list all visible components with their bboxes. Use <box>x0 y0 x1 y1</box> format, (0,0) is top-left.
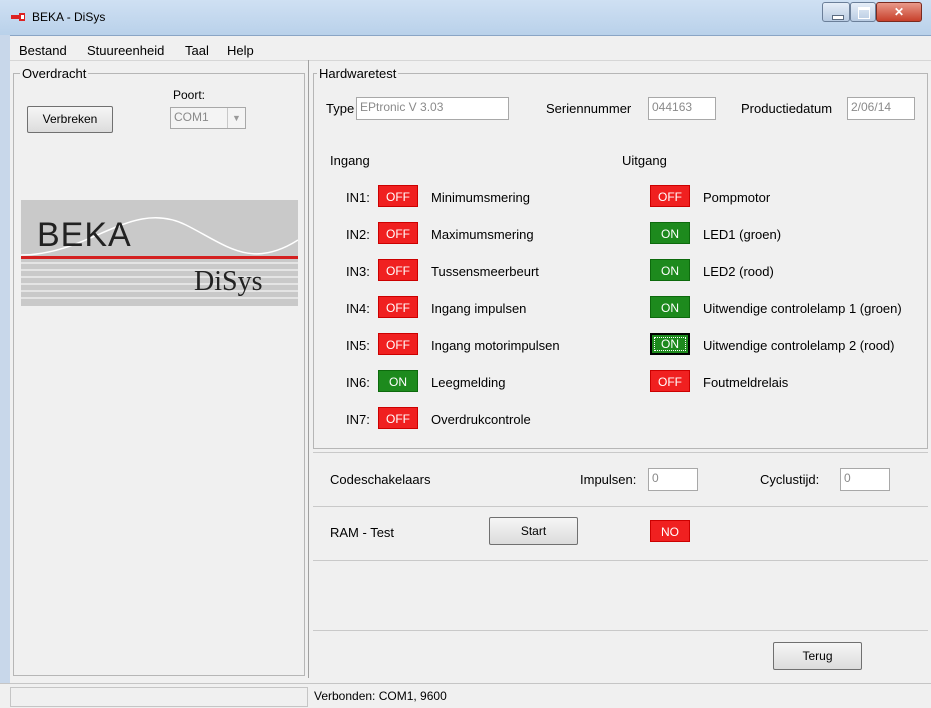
minimize-button[interactable] <box>822 2 850 22</box>
type-field[interactable]: EPtronic V 3.03 <box>356 97 509 120</box>
cycle-field[interactable]: 0 <box>840 468 890 491</box>
status-panel-left <box>10 687 308 707</box>
output-label: Uitwendige controlelamp 1 (groen) <box>703 301 902 316</box>
serial-field[interactable]: 044163 <box>648 97 716 120</box>
window-title: BEKA - DiSys <box>32 10 106 24</box>
input-state-indicator: OFF <box>378 185 418 207</box>
output-label: Uitwendige controlelamp 2 (rood) <box>703 338 895 353</box>
output-toggle-button[interactable]: OFF <box>650 185 690 207</box>
input-id: IN2: <box>346 227 370 242</box>
close-button[interactable]: ✕ <box>876 2 922 22</box>
input-state-indicator: OFF <box>378 259 418 281</box>
minimize-icon <box>832 15 844 20</box>
ram-start-button[interactable]: Start <box>489 517 578 545</box>
input-label: Maximumsmering <box>431 227 534 242</box>
code-switches-label: Codeschakelaars <box>330 472 431 487</box>
date-field[interactable]: 2/06/14 <box>847 97 915 120</box>
pulses-field[interactable]: 0 <box>648 468 698 491</box>
input-id: IN5: <box>346 338 370 353</box>
transfer-group <box>13 73 305 676</box>
output-toggle-button[interactable]: OFF <box>650 370 690 392</box>
menu-bar: Bestand Stuureenheid Taal Help <box>10 41 931 61</box>
input-label: Overdrukcontrole <box>431 412 531 427</box>
hardware-legend: Hardwaretest <box>317 66 399 81</box>
output-toggle-button[interactable]: ON <box>650 222 690 244</box>
input-id: IN7: <box>346 412 370 427</box>
ram-test-label: RAM - Test <box>330 525 395 540</box>
input-state-indicator: OFF <box>378 333 418 355</box>
status-bar: Verbonden: COM1, 9600 <box>0 683 931 708</box>
port-label: Poort: <box>173 88 206 102</box>
output-toggle-button[interactable]: ON <box>650 259 690 281</box>
beka-logo: BEKA DiSys <box>21 200 298 306</box>
input-id: IN1: <box>346 190 370 205</box>
logo-brand: BEKA <box>37 216 132 254</box>
close-icon: ✕ <box>893 5 905 19</box>
output-label: LED1 (groen) <box>703 227 782 242</box>
menu-help[interactable]: Help <box>227 43 254 58</box>
transfer-legend: Overdracht <box>20 66 89 81</box>
cycle-label: Cyclustijd: <box>760 472 820 487</box>
divider <box>313 452 928 453</box>
serial-label: Seriennummer <box>546 101 632 116</box>
input-state-indicator: OFF <box>378 296 418 318</box>
output-toggle-button[interactable]: ON <box>650 296 690 318</box>
port-value: COM1 <box>174 110 209 124</box>
output-toggle-button[interactable]: ON <box>650 333 690 355</box>
maximize-button[interactable] <box>850 2 876 22</box>
ram-result-indicator: NO <box>650 520 690 542</box>
menu-taal[interactable]: Taal <box>185 43 209 58</box>
input-id: IN6: <box>346 375 370 390</box>
back-button[interactable]: Terug <box>773 642 862 670</box>
input-label: Minimumsmering <box>431 190 530 205</box>
outputs-heading: Uitgang <box>622 153 667 168</box>
logo-product: DiSys <box>194 266 263 297</box>
input-label: Tussensmeerbeurt <box>431 264 539 279</box>
menu-bestand[interactable]: Bestand <box>19 43 67 58</box>
input-id: IN4: <box>346 301 370 316</box>
chevron-down-icon: ▼ <box>227 108 245 128</box>
maximize-icon <box>858 7 870 19</box>
input-label: Ingang impulsen <box>431 301 527 316</box>
input-state-indicator: OFF <box>378 407 418 429</box>
input-state-indicator: OFF <box>378 222 418 244</box>
title-bar: BEKA - DiSys ✕ <box>0 0 931 36</box>
input-state-indicator: ON <box>378 370 418 392</box>
divider <box>313 506 928 507</box>
divider <box>313 560 928 561</box>
disconnect-button[interactable]: Verbreken <box>27 106 113 133</box>
date-label: Productiedatum <box>741 101 833 116</box>
output-label: LED2 (rood) <box>703 264 774 279</box>
output-label: Foutmeldrelais <box>703 375 789 390</box>
input-label: Leegmelding <box>431 375 506 390</box>
app-icon <box>11 13 25 21</box>
input-label: Ingang motorimpulsen <box>431 338 560 353</box>
pulses-label: Impulsen: <box>580 472 637 487</box>
menu-stuureenheid[interactable]: Stuureenheid <box>87 43 164 58</box>
type-label: Type <box>326 101 355 116</box>
divider <box>313 630 928 631</box>
status-text: Verbonden: COM1, 9600 <box>314 689 447 703</box>
inputs-heading: Ingang <box>330 153 370 168</box>
window-border-left <box>0 35 10 707</box>
output-label: Pompmotor <box>703 190 771 205</box>
input-id: IN3: <box>346 264 370 279</box>
port-select[interactable]: COM1 ▼ <box>170 107 246 129</box>
